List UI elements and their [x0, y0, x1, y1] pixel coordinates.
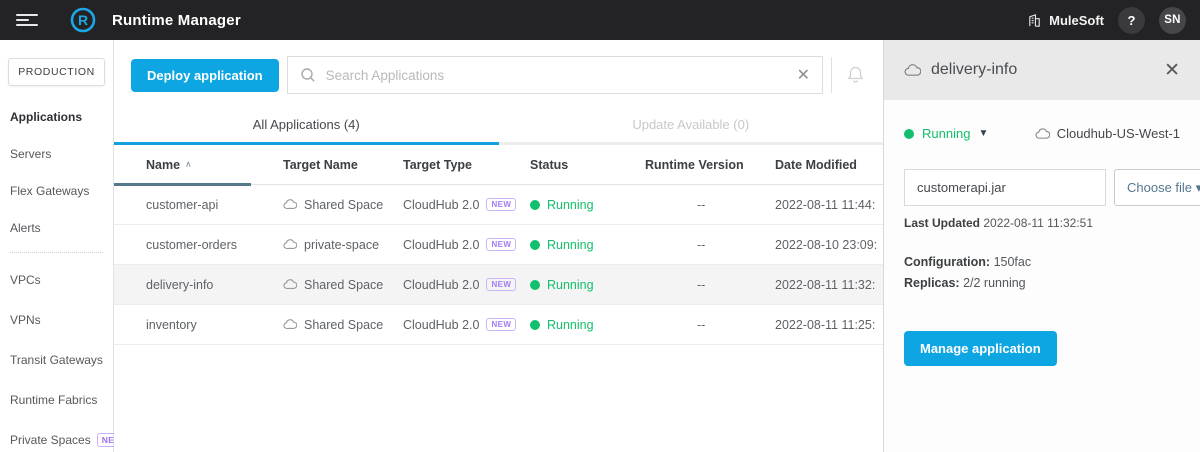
cloud-icon	[283, 319, 297, 330]
configuration-line: Configuration: 150fac	[904, 252, 1180, 273]
sidebar-item-vpcs[interactable]: VPCs	[0, 267, 113, 293]
search-applications-input[interactable]	[326, 68, 795, 83]
status-label: Running	[922, 126, 970, 141]
tab-all-applications[interactable]: All Applications (4)	[114, 108, 499, 145]
status-dot	[530, 240, 540, 250]
cloud-icon	[1035, 128, 1050, 140]
sidebar-item-vpns[interactable]: VPNs	[0, 307, 113, 333]
sidebar-item-alerts[interactable]: Alerts	[0, 215, 113, 241]
org-label: MuleSoft	[1049, 13, 1104, 28]
sidebar-item-flex-gateways[interactable]: Flex Gateways	[0, 178, 113, 204]
sidebar: PRODUCTION Applications Servers Flex Gat…	[0, 40, 114, 452]
last-updated: Last Updated 2022-08-11 11:32:51	[904, 216, 1180, 230]
sidebar-nav-primary: Applications Servers Flex Gateways Alert…	[0, 104, 113, 241]
user-avatar[interactable]: SN	[1159, 7, 1186, 34]
column-header-status[interactable]: Status	[530, 158, 645, 172]
applications-table: Name ∧ Target Name Target Type Status Ru…	[114, 145, 883, 345]
sidebar-item-servers[interactable]: Servers	[0, 141, 113, 167]
application-detail-panel: delivery-info ✕ Running ▼ Cloudhub-US-We…	[883, 40, 1200, 452]
new-badge: NEW	[486, 278, 516, 291]
manage-application-button[interactable]: Manage application	[904, 331, 1057, 366]
status-dot	[904, 129, 914, 139]
panel-title: delivery-info	[931, 61, 1154, 79]
cloud-icon	[283, 239, 297, 250]
status-dot	[530, 320, 540, 330]
toolbar-divider	[831, 57, 832, 93]
deploy-application-button[interactable]: Deploy application	[131, 59, 279, 92]
top-bar: R Runtime Manager MuleSoft ? SN	[0, 0, 1200, 40]
sidebar-nav-secondary: VPCs VPNs Transit Gateways Runtime Fabri…	[0, 267, 113, 452]
search-box: ✕	[287, 56, 823, 94]
target-name-label: Cloudhub-US-West-1	[1057, 126, 1180, 141]
new-badge: NEW	[486, 198, 516, 211]
replicas-line: Replicas: 2/2 running	[904, 273, 1180, 294]
sidebar-item-private-spaces[interactable]: Private Spaces NEW	[0, 427, 113, 452]
runtime-manager-logo-icon: R	[70, 7, 96, 33]
column-header-name[interactable]: Name ∧	[146, 158, 283, 172]
sidebar-item-applications[interactable]: Applications	[0, 104, 113, 130]
deployment-target: Cloudhub-US-West-1	[1035, 126, 1180, 141]
sidebar-item-transit-gateways[interactable]: Transit Gateways	[0, 347, 113, 373]
chevron-down-icon: ▼	[978, 128, 988, 139]
cloud-icon	[283, 279, 297, 290]
application-file-field[interactable]	[904, 169, 1106, 206]
status-dropdown[interactable]: Running ▼	[904, 126, 988, 141]
close-panel-icon[interactable]: ✕	[1164, 61, 1180, 80]
tab-update-available[interactable]: Update Available (0)	[499, 108, 884, 145]
column-header-target-type[interactable]: Target Type	[403, 158, 530, 172]
choose-file-button[interactable]: Choose file ▾	[1114, 169, 1200, 206]
organization-icon	[1027, 13, 1042, 28]
status-dot	[530, 280, 540, 290]
sidebar-item-runtime-fabrics[interactable]: Runtime Fabrics	[0, 387, 113, 413]
column-header-target-name[interactable]: Target Name	[283, 158, 403, 172]
cloud-icon	[283, 199, 297, 210]
sort-ascending-icon: ∧	[185, 159, 192, 170]
environment-selector[interactable]: PRODUCTION	[8, 58, 105, 86]
svg-text:R: R	[78, 12, 88, 28]
main-content: Deploy application ✕	[114, 40, 883, 452]
status-dot	[530, 200, 540, 210]
table-header-row: Name ∧ Target Name Target Type Status Ru…	[114, 145, 883, 185]
runtime-manager-app: R Runtime Manager MuleSoft ? SN PRODUCTI…	[0, 0, 1200, 452]
table-row-delivery-info[interactable]: delivery-info Shared Space CloudHub 2.0N…	[114, 265, 883, 305]
help-button[interactable]: ?	[1118, 7, 1145, 34]
new-badge: NEW	[486, 238, 516, 251]
table-row-inventory[interactable]: inventory Shared Space CloudHub 2.0NEW R…	[114, 305, 883, 345]
sorted-column-indicator	[114, 183, 251, 186]
org-switcher[interactable]: MuleSoft	[1027, 13, 1104, 28]
column-header-runtime-version[interactable]: Runtime Version	[645, 158, 775, 172]
cloud-icon	[904, 64, 921, 77]
panel-header: delivery-info ✕	[884, 40, 1200, 100]
new-badge: NEW	[486, 318, 516, 331]
clear-search-icon[interactable]: ✕	[795, 65, 812, 85]
table-row-customer-orders[interactable]: customer-orders private-space CloudHub 2…	[114, 225, 883, 265]
search-icon	[300, 67, 316, 83]
sidebar-divider	[10, 252, 103, 253]
table-row-customer-api[interactable]: customer-api Shared Space CloudHub 2.0NE…	[114, 185, 883, 225]
app-title: Runtime Manager	[112, 12, 241, 29]
hamburger-menu-icon[interactable]	[16, 12, 38, 28]
notifications-bell-icon[interactable]	[840, 63, 873, 88]
column-header-date-modified[interactable]: Date Modified	[775, 158, 883, 172]
applications-tabs: All Applications (4) Update Available (0…	[114, 108, 883, 145]
